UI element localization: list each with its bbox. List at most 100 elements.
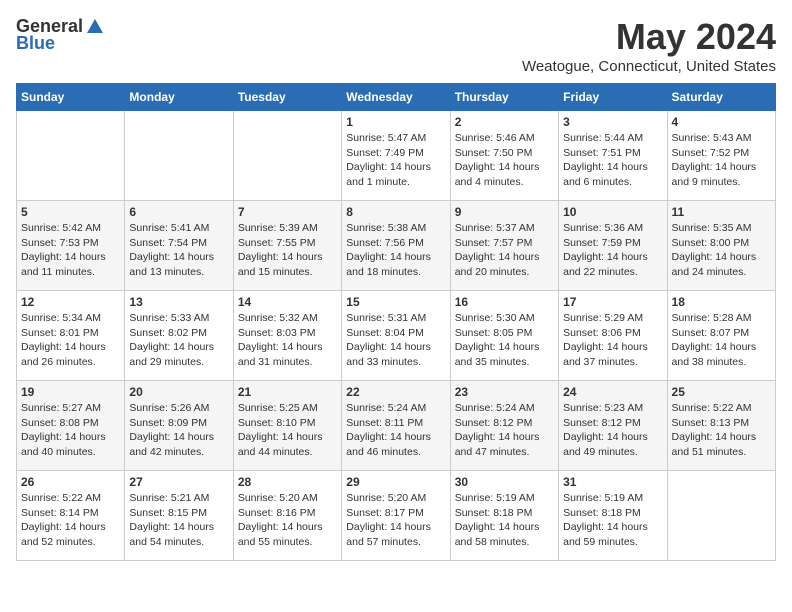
- calendar-cell: 16Sunrise: 5:30 AM Sunset: 8:05 PM Dayli…: [450, 291, 558, 381]
- calendar-cell: 2 Sunrise: 5:46 AM Sunset: 7:50 PM Daylig…: [450, 111, 558, 201]
- day-content: Sunrise: 5:22 AM Sunset: 8:14 PM Dayligh…: [21, 491, 120, 550]
- day-number: 10: [563, 205, 662, 219]
- calendar-cell: 15Sunrise: 5:31 AM Sunset: 8:04 PM Dayli…: [342, 291, 450, 381]
- day-content: Sunrise: 5:28 AM Sunset: 8:07 PM Dayligh…: [672, 311, 771, 370]
- calendar-table: SundayMondayTuesdayWednesdayThursdayFrid…: [16, 83, 776, 561]
- day-content: Sunrise: 5:24 AM Sunset: 8:12 PM Dayligh…: [455, 401, 554, 460]
- day-content: Sunrise: 5:32 AM Sunset: 8:03 PM Dayligh…: [238, 311, 337, 370]
- calendar-cell: 25Sunrise: 5:22 AM Sunset: 8:13 PM Dayli…: [667, 381, 775, 471]
- day-content: Sunrise: 5:27 AM Sunset: 8:08 PM Dayligh…: [21, 401, 120, 460]
- day-number: 26: [21, 475, 120, 489]
- day-number: 3: [563, 115, 662, 129]
- day-content: Sunrise: 5:34 AM Sunset: 8:01 PM Dayligh…: [21, 311, 120, 370]
- day-content: Sunrise: 5:38 AM Sunset: 7:56 PM Dayligh…: [346, 221, 445, 280]
- calendar-body: 1Sunrise: 5:47 AM Sunset: 7:49 PM Daylig…: [17, 111, 776, 561]
- day-number: 7: [238, 205, 337, 219]
- day-number: 8: [346, 205, 445, 219]
- day-content: Sunrise: 5:21 AM Sunset: 8:15 PM Dayligh…: [129, 491, 228, 550]
- day-number: 11: [672, 205, 771, 219]
- calendar-cell: [125, 111, 233, 201]
- calendar-cell: 31Sunrise: 5:19 AM Sunset: 8:18 PM Dayli…: [559, 471, 667, 561]
- week-row-5: 26 Sunrise: 5:22 AM Sunset: 8:14 PM Dayli…: [17, 471, 776, 561]
- day-number: 13: [129, 295, 228, 309]
- day-number: 21: [238, 385, 337, 399]
- calendar-cell: 19Sunrise: 5:27 AM Sunset: 8:08 PM Dayli…: [17, 381, 125, 471]
- day-number: 30: [455, 475, 554, 489]
- calendar-cell: 14Sunrise: 5:32 AM Sunset: 8:03 PM Dayli…: [233, 291, 341, 381]
- day-content: Sunrise: 5:35 AM Sunset: 8:00 PM Dayligh…: [672, 221, 771, 280]
- day-number: 20: [129, 385, 228, 399]
- calendar-cell: 22Sunrise: 5:24 AM Sunset: 8:11 PM Dayli…: [342, 381, 450, 471]
- calendar-cell: 9Sunrise: 5:37 AM Sunset: 7:57 PM Daylig…: [450, 201, 558, 291]
- calendar-cell: 29 Sunrise: 5:20 AM Sunset: 8:17 PM Dayli…: [342, 471, 450, 561]
- day-number: 18: [672, 295, 771, 309]
- calendar-cell: 17 Sunrise: 5:29 AM Sunset: 8:06 PM Dayli…: [559, 291, 667, 381]
- week-row-4: 19Sunrise: 5:27 AM Sunset: 8:08 PM Dayli…: [17, 381, 776, 471]
- day-content: Sunrise: 5:23 AM Sunset: 8:12 PM Dayligh…: [563, 401, 662, 460]
- day-content: Sunrise: 5:43 AM Sunset: 7:52 PM Dayligh…: [672, 131, 771, 190]
- day-number: 23: [455, 385, 554, 399]
- day-content: Sunrise: 5:47 AM Sunset: 7:49 PM Dayligh…: [346, 131, 445, 190]
- day-number: 2: [455, 115, 554, 129]
- day-content: Sunrise: 5:44 AM Sunset: 7:51 PM Dayligh…: [563, 131, 662, 190]
- day-number: 24: [563, 385, 662, 399]
- day-number: 17: [563, 295, 662, 309]
- calendar-cell: 20 Sunrise: 5:26 AM Sunset: 8:09 PM Dayli…: [125, 381, 233, 471]
- day-content: Sunrise: 5:33 AM Sunset: 8:02 PM Dayligh…: [129, 311, 228, 370]
- calendar-cell: 23 Sunrise: 5:24 AM Sunset: 8:12 PM Dayli…: [450, 381, 558, 471]
- day-number: 5: [21, 205, 120, 219]
- page-header: General Blue May 2024 Weatogue, Connecti…: [16, 16, 776, 75]
- day-content: Sunrise: 5:37 AM Sunset: 7:57 PM Dayligh…: [455, 221, 554, 280]
- day-number: 28: [238, 475, 337, 489]
- logo-blue-text: Blue: [16, 33, 55, 54]
- calendar-cell: 11 Sunrise: 5:35 AM Sunset: 8:00 PM Dayli…: [667, 201, 775, 291]
- calendar-cell: 1Sunrise: 5:47 AM Sunset: 7:49 PM Daylig…: [342, 111, 450, 201]
- page-title: May 2024: [522, 16, 776, 58]
- day-number: 15: [346, 295, 445, 309]
- day-number: 4: [672, 115, 771, 129]
- week-row-3: 12 Sunrise: 5:34 AM Sunset: 8:01 PM Dayli…: [17, 291, 776, 381]
- calendar-cell: 26 Sunrise: 5:22 AM Sunset: 8:14 PM Dayli…: [17, 471, 125, 561]
- day-content: Sunrise: 5:19 AM Sunset: 8:18 PM Dayligh…: [455, 491, 554, 550]
- header-row: SundayMondayTuesdayWednesdayThursdayFrid…: [17, 84, 776, 111]
- calendar-cell: 21Sunrise: 5:25 AM Sunset: 8:10 PM Dayli…: [233, 381, 341, 471]
- logo-icon: [85, 17, 105, 37]
- header-day-saturday: Saturday: [667, 84, 775, 111]
- day-number: 12: [21, 295, 120, 309]
- header-day-tuesday: Tuesday: [233, 84, 341, 111]
- calendar-cell: 7 Sunrise: 5:39 AM Sunset: 7:55 PM Daylig…: [233, 201, 341, 291]
- calendar-cell: [17, 111, 125, 201]
- calendar-cell: 8 Sunrise: 5:38 AM Sunset: 7:56 PM Daylig…: [342, 201, 450, 291]
- calendar-cell: 3 Sunrise: 5:44 AM Sunset: 7:51 PM Daylig…: [559, 111, 667, 201]
- day-content: Sunrise: 5:24 AM Sunset: 8:11 PM Dayligh…: [346, 401, 445, 460]
- day-content: Sunrise: 5:41 AM Sunset: 7:54 PM Dayligh…: [129, 221, 228, 280]
- calendar-cell: 24 Sunrise: 5:23 AM Sunset: 8:12 PM Dayli…: [559, 381, 667, 471]
- day-content: Sunrise: 5:20 AM Sunset: 8:17 PM Dayligh…: [346, 491, 445, 550]
- calendar-cell: 10 Sunrise: 5:36 AM Sunset: 7:59 PM Dayli…: [559, 201, 667, 291]
- week-row-1: 1Sunrise: 5:47 AM Sunset: 7:49 PM Daylig…: [17, 111, 776, 201]
- calendar-header: SundayMondayTuesdayWednesdayThursdayFrid…: [17, 84, 776, 111]
- logo: General Blue: [16, 16, 105, 54]
- calendar-cell: 13 Sunrise: 5:33 AM Sunset: 8:02 PM Dayli…: [125, 291, 233, 381]
- day-content: Sunrise: 5:22 AM Sunset: 8:13 PM Dayligh…: [672, 401, 771, 460]
- week-row-2: 5 Sunrise: 5:42 AM Sunset: 7:53 PM Daylig…: [17, 201, 776, 291]
- day-number: 29: [346, 475, 445, 489]
- calendar-cell: 12 Sunrise: 5:34 AM Sunset: 8:01 PM Dayli…: [17, 291, 125, 381]
- calendar-cell: 5 Sunrise: 5:42 AM Sunset: 7:53 PM Daylig…: [17, 201, 125, 291]
- calendar-cell: 4 Sunrise: 5:43 AM Sunset: 7:52 PM Daylig…: [667, 111, 775, 201]
- day-content: Sunrise: 5:42 AM Sunset: 7:53 PM Dayligh…: [21, 221, 120, 280]
- day-content: Sunrise: 5:46 AM Sunset: 7:50 PM Dayligh…: [455, 131, 554, 190]
- day-content: Sunrise: 5:36 AM Sunset: 7:59 PM Dayligh…: [563, 221, 662, 280]
- day-content: Sunrise: 5:39 AM Sunset: 7:55 PM Dayligh…: [238, 221, 337, 280]
- header-day-wednesday: Wednesday: [342, 84, 450, 111]
- day-number: 6: [129, 205, 228, 219]
- day-content: Sunrise: 5:29 AM Sunset: 8:06 PM Dayligh…: [563, 311, 662, 370]
- title-block: May 2024 Weatogue, Connecticut, United S…: [522, 16, 776, 75]
- calendar-cell: 30 Sunrise: 5:19 AM Sunset: 8:18 PM Dayli…: [450, 471, 558, 561]
- day-content: Sunrise: 5:20 AM Sunset: 8:16 PM Dayligh…: [238, 491, 337, 550]
- day-number: 31: [563, 475, 662, 489]
- day-content: Sunrise: 5:26 AM Sunset: 8:09 PM Dayligh…: [129, 401, 228, 460]
- header-day-sunday: Sunday: [17, 84, 125, 111]
- calendar-cell: 6 Sunrise: 5:41 AM Sunset: 7:54 PM Daylig…: [125, 201, 233, 291]
- day-content: Sunrise: 5:30 AM Sunset: 8:05 PM Dayligh…: [455, 311, 554, 370]
